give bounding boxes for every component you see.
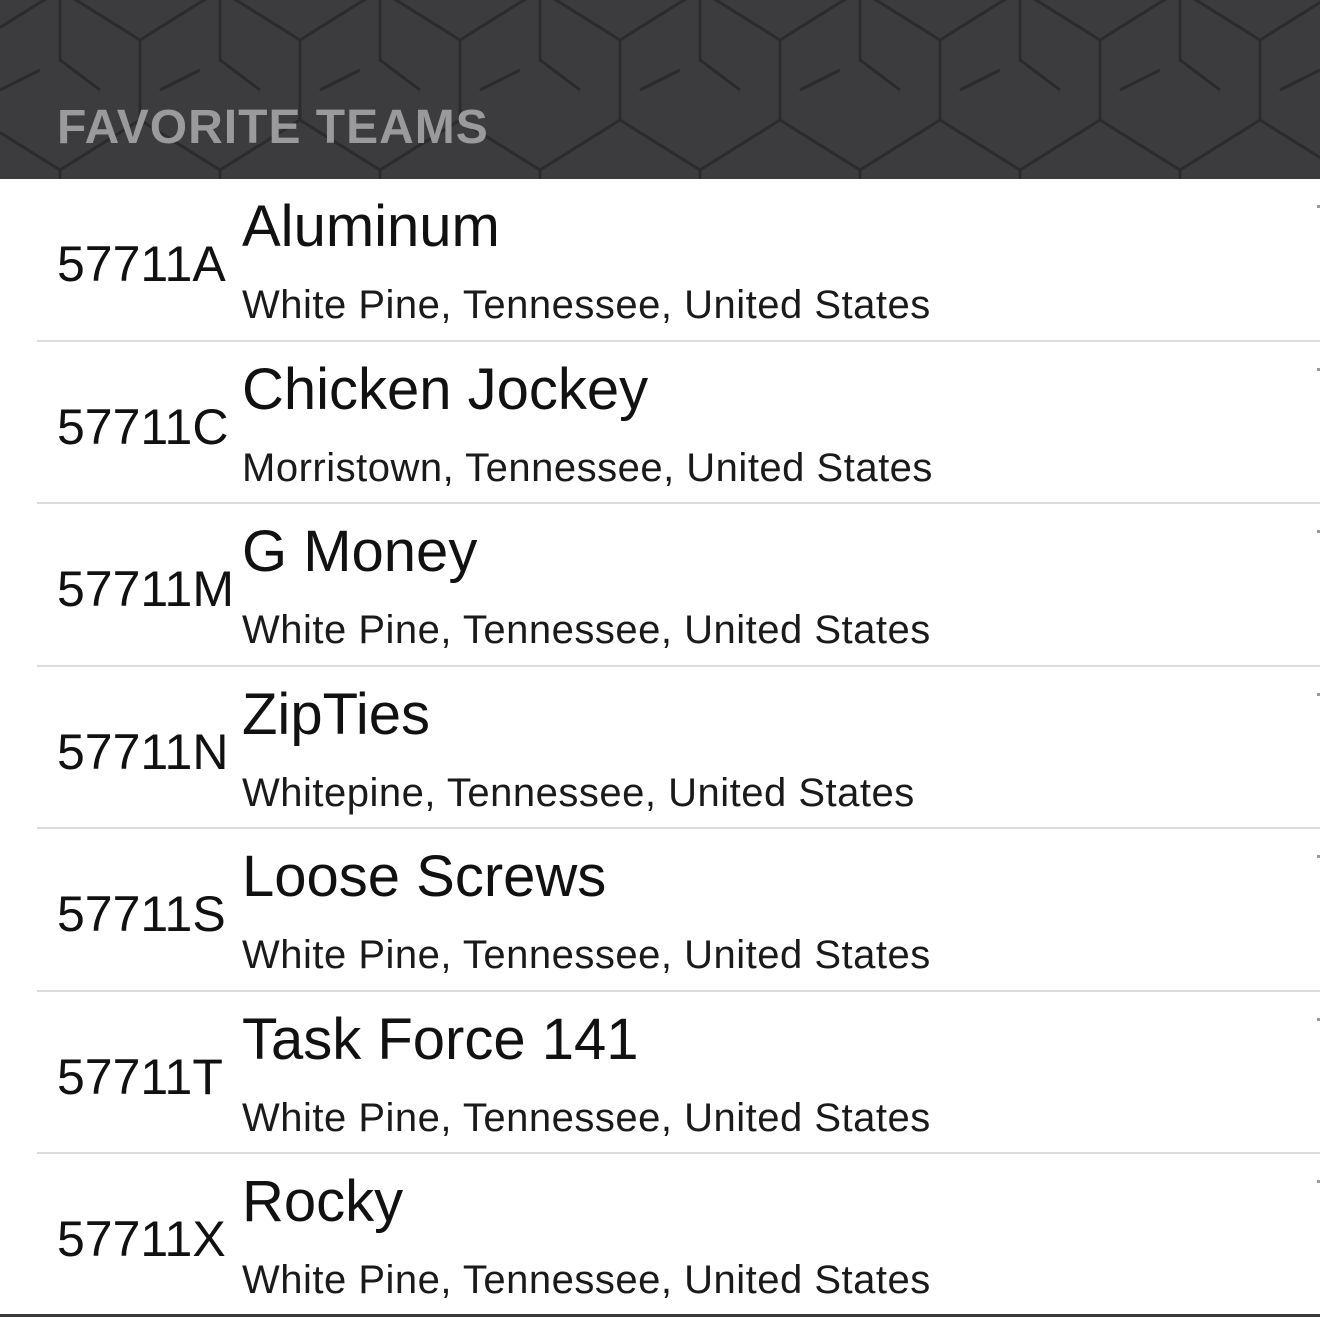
team-name: Loose Screws	[242, 844, 607, 909]
team-location: Morristown, Tennessee, United States	[242, 445, 933, 490]
team-number: 57711A	[57, 236, 226, 292]
section-title: FAVORITE TEAMS	[57, 101, 489, 154]
team-name: Chicken Jockey	[242, 356, 649, 422]
team-name: Task Force 141	[242, 1006, 639, 1072]
row-divider	[0, 1313, 1320, 1317]
team-location: White Pine, Tennessee, United States	[242, 933, 931, 977]
team-name: Rocky	[242, 1169, 404, 1234]
team-row[interactable]: 57711M G Money White Pine, Tennessee, Un…	[0, 504, 1320, 667]
section-header: FAVORITE TEAMS	[0, 0, 1320, 179]
team-number: 57711T	[57, 1048, 223, 1105]
team-location: White Pine, Tennessee, United States	[242, 1095, 931, 1140]
favorite-teams-list: 57711A Aluminum White Pine, Tennessee, U…	[0, 179, 1320, 1320]
team-number: 57711N	[57, 723, 229, 780]
team-location: White Pine, Tennessee, United States	[242, 1258, 931, 1302]
team-number: 57711X	[57, 1211, 226, 1267]
team-name: ZipTies	[242, 681, 430, 747]
team-row[interactable]: 57711A Aluminum White Pine, Tennessee, U…	[0, 179, 1320, 342]
team-number: 57711C	[57, 398, 229, 455]
team-number: 57711S	[57, 886, 226, 942]
team-row[interactable]: 57711T Task Force 141 White Pine, Tennes…	[0, 992, 1320, 1154]
team-row[interactable]: 57711S Loose Screws White Pine, Tennesse…	[0, 829, 1320, 992]
team-location: White Pine, Tennessee, United States	[242, 283, 931, 327]
team-row[interactable]: 57711X Rocky White Pine, Tennessee, Unit…	[0, 1154, 1320, 1317]
favorite-teams-screen: FAVORITE TEAMS 57711A Aluminum White Pin…	[0, 0, 1320, 1320]
team-name: Aluminum	[242, 194, 500, 259]
team-number: 57711M	[57, 561, 234, 617]
team-row[interactable]: 57711N ZipTies Whitepine, Tennessee, Uni…	[0, 667, 1320, 829]
team-location: White Pine, Tennessee, United States	[242, 608, 931, 652]
team-name: G Money	[242, 519, 478, 584]
team-location: Whitepine, Tennessee, United States	[242, 770, 915, 815]
team-row[interactable]: 57711C Chicken Jockey Morristown, Tennes…	[0, 342, 1320, 504]
